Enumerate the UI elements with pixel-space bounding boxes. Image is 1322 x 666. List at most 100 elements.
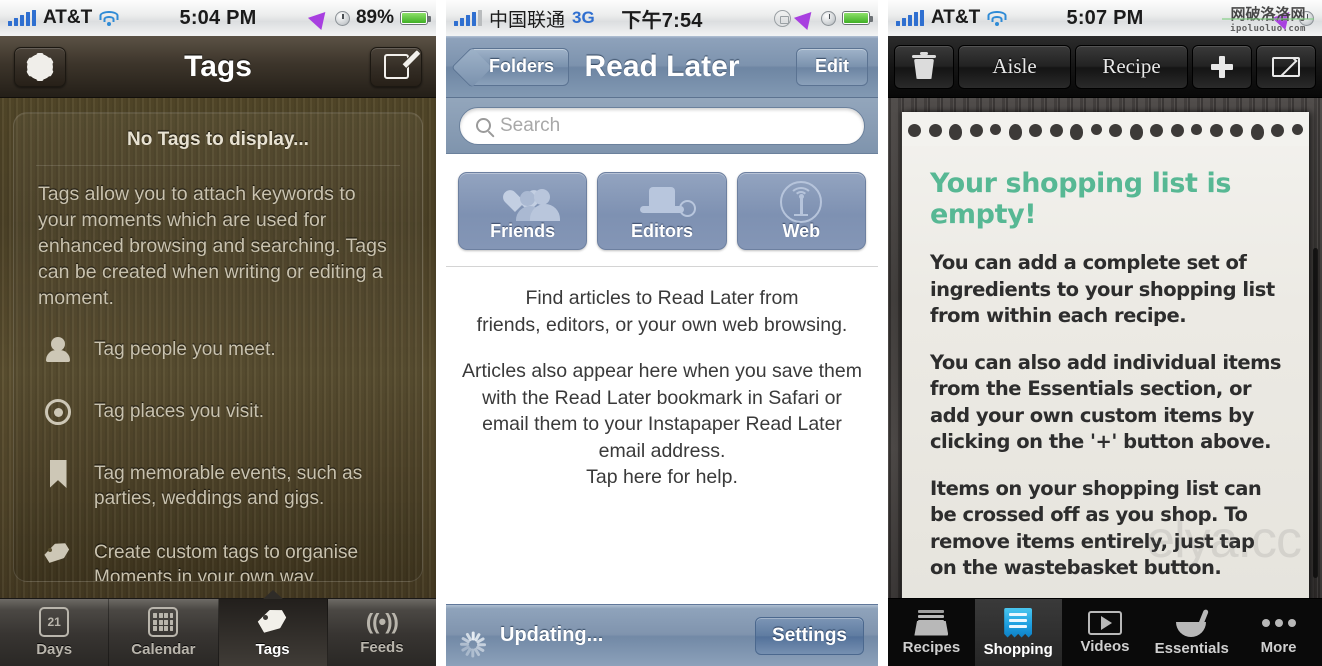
heart-people-icon: [459, 179, 586, 225]
battery-icon: [842, 11, 873, 25]
location-arrow-icon: [793, 6, 819, 30]
list-item: Tag memorable events, such as parties, w…: [36, 443, 400, 522]
plus-icon: [1211, 55, 1233, 78]
broadcast-icon: ((•)): [365, 609, 399, 634]
status-bar-1: AT&T 5:04 PM 89%: [0, 0, 436, 36]
empty-state-paragraph: Tags allow you to attach keywords to you…: [38, 183, 387, 309]
status-bar-2: 中国联通 3G 下午7:54: [446, 0, 878, 36]
status-right-3: [1271, 6, 1314, 30]
location-arrow-icon: [307, 6, 333, 30]
tab-videos[interactable]: Videos: [1062, 599, 1149, 666]
person-icon: [42, 330, 74, 370]
list-item: Create custom tags to organise Moments i…: [36, 522, 400, 582]
empty-state-text: Find articles to Read Later from friends…: [446, 267, 878, 491]
note-paragraph-2: You can also add individual items from t…: [930, 350, 1282, 454]
notepad-sheet: Your shopping list is empty! You can add…: [902, 112, 1309, 598]
tab-essentials[interactable]: Essentials: [1148, 599, 1235, 666]
toolbar-label: Aisle: [992, 54, 1037, 78]
tab-feeds[interactable]: ((•)) Feeds: [328, 599, 436, 666]
list-item: Tag places you visit.: [36, 381, 400, 443]
broadcast-antenna-icon: [738, 179, 865, 225]
email-button[interactable]: [1256, 44, 1316, 89]
recipe-button[interactable]: Recipe: [1075, 44, 1188, 89]
status-left-1: AT&T: [8, 7, 119, 29]
tab-more[interactable]: More: [1235, 599, 1322, 666]
network-type-label: 3G: [572, 8, 595, 27]
alarm-clock-icon: [821, 10, 836, 26]
signal-bars-icon: [8, 10, 36, 26]
list-item-label: Create custom tags to organise Moments i…: [94, 542, 359, 582]
carrier-label: AT&T: [43, 7, 93, 28]
phone-panel-tags: AT&T 5:04 PM 89% Tags No Tags to display: [0, 0, 436, 666]
carrier-label: 中国联通: [489, 8, 566, 31]
location-pin-icon: [42, 392, 74, 432]
recipe-box-icon: [914, 610, 949, 636]
settings-button[interactable]: [14, 46, 66, 87]
tab-tags[interactable]: Tags: [218, 599, 328, 666]
envelope-icon: [1272, 56, 1300, 77]
bookmark-icon: [42, 454, 74, 494]
list-item-label: Tag people you meet.: [94, 339, 276, 360]
search-input[interactable]: Search: [459, 106, 865, 145]
category-friends-button[interactable]: Friends: [458, 172, 588, 250]
tab-bar-3: Recipes Shopping Videos Essentials More: [888, 598, 1322, 666]
top-hat-monocle-icon: [598, 179, 725, 225]
tab-calendar[interactable]: Calendar: [109, 599, 219, 666]
calendar-21-icon: 21: [39, 607, 70, 637]
trash-icon: [912, 52, 936, 79]
updating-status-label: Updating...: [500, 624, 604, 646]
tab-recipes[interactable]: Recipes: [888, 599, 975, 666]
empty-state-paragraph-2: Articles also appear here when you save …: [462, 360, 862, 488]
tag-icon: [257, 607, 289, 637]
ellipsis-icon: [1261, 610, 1296, 636]
category-editors-button[interactable]: Editors: [597, 172, 727, 250]
tab-label: Recipes: [902, 638, 961, 656]
wifi-icon: [987, 10, 1007, 26]
back-button-folders[interactable]: Folders: [468, 47, 570, 86]
compose-icon: [383, 54, 409, 79]
location-arrow-icon: [1271, 6, 1297, 30]
tab-label: Calendar: [131, 641, 196, 658]
category-label: Editors: [630, 221, 693, 241]
alarm-clock-icon: [1299, 10, 1314, 26]
tab-label: More: [1260, 638, 1297, 656]
tab-label: Days: [36, 641, 73, 658]
tab-bar-1: 21 Days Calendar Tags ((•)) Feeds: [0, 598, 436, 666]
rotation-lock-icon: [774, 9, 791, 27]
category-label: Web: [782, 221, 821, 241]
tab-shopping[interactable]: Shopping: [974, 599, 1062, 666]
torn-paper-edge: [902, 112, 1309, 146]
nav-bar-tags: Tags: [0, 36, 436, 98]
aisle-button[interactable]: Aisle: [958, 44, 1071, 89]
status-right-2: [774, 6, 873, 30]
alarm-clock-icon: [334, 10, 350, 26]
battery-icon: [400, 11, 431, 25]
status-bar-3: AT&T 5:07 PM 网破洛洛网 ipoluoluo.com: [888, 0, 1322, 36]
nav-bar-read-later: Read Later Folders Edit: [446, 36, 878, 98]
mortar-pestle-icon: [1175, 608, 1209, 637]
wood-background: No Tags to display... Tags allow you to …: [0, 98, 436, 598]
empty-state-paragraph-1: Find articles to Read Later from friends…: [476, 287, 848, 336]
settings-button[interactable]: Settings: [755, 616, 864, 655]
page-title: Tags: [184, 49, 252, 83]
toolbar-label: Recipe: [1102, 54, 1161, 78]
carrier-label: AT&T: [931, 7, 981, 28]
note-paragraph-3: Items on your shopping list can be cross…: [930, 476, 1262, 580]
scrollbar[interactable]: [1313, 248, 1318, 578]
list-item-label: Tag places you visit.: [94, 401, 265, 422]
tab-label: Videos: [1080, 637, 1130, 655]
list-item: Tag people you meet.: [36, 319, 400, 381]
add-item-button[interactable]: [1192, 44, 1252, 89]
status-left-3: AT&T: [896, 7, 1007, 29]
tab-days[interactable]: 21 Days: [0, 599, 110, 666]
status-left-2: 中国联通 3G: [454, 5, 595, 32]
tab-label: Shopping: [983, 640, 1053, 658]
category-web-button[interactable]: Web: [736, 172, 866, 250]
wifi-icon: [99, 10, 119, 26]
edit-button[interactable]: Edit: [796, 47, 868, 86]
compose-button[interactable]: [370, 46, 422, 87]
delete-button[interactable]: [894, 44, 954, 89]
status-right-1: 89%: [307, 6, 431, 30]
paper-punch-holes: [902, 124, 1309, 144]
search-bar-container: Search: [446, 98, 878, 154]
